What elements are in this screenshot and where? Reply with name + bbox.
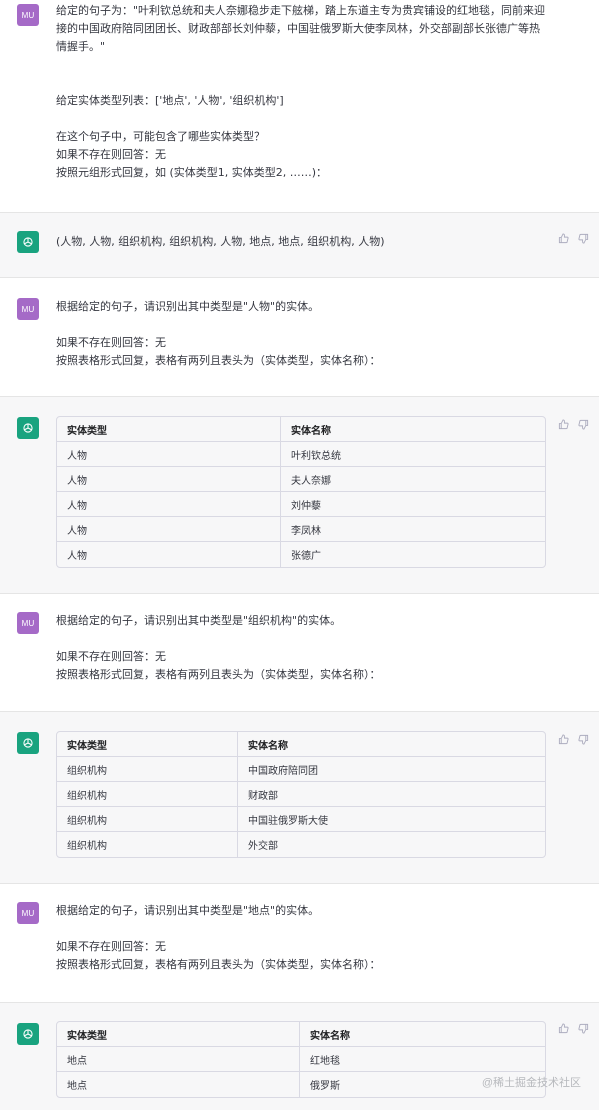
table-row: 人物 叶利钦总统 bbox=[57, 442, 545, 467]
assistant-message-2: 实体类型 实体名称 人物 叶利钦总统 人物 夫人奈娜 人物 刘仲藜 人物 李凤林 人物 张德广 bbox=[0, 396, 599, 594]
entity-type-cell: 组织机构 bbox=[57, 757, 238, 782]
user-avatar: MU bbox=[17, 902, 39, 924]
thumbs-up-icon[interactable] bbox=[558, 734, 569, 745]
feedback-actions bbox=[558, 734, 589, 745]
watermark: @稀土掘金技术社区 bbox=[481, 1077, 581, 1089]
user-avatar: MU bbox=[17, 612, 39, 634]
entity-name-cell: 中国驻俄罗斯大使 bbox=[238, 807, 545, 832]
entity-type-cell: 组织机构 bbox=[57, 807, 238, 832]
entity-name-cell: 外交部 bbox=[248, 841, 278, 852]
table-row: 组织机构 外交部 bbox=[57, 832, 545, 857]
message-text: (人物, 人物, 组织机构, 组织机构, 人物, 地点, 地点, 组织机构, 人… bbox=[56, 235, 385, 248]
table-row: 地点 俄罗斯 bbox=[57, 1072, 545, 1097]
entity-type-cell: 人物 bbox=[57, 442, 281, 467]
openai-logo-icon bbox=[17, 1023, 39, 1045]
feedback-actions bbox=[558, 419, 589, 430]
thumbs-up-icon[interactable] bbox=[558, 233, 569, 244]
assistant-message-4: 实体类型 实体名称 地点 红地毯 地点 俄罗斯 bbox=[0, 1002, 599, 1110]
table-row: 组织机构 中国驻俄罗斯大使 bbox=[57, 807, 545, 832]
entity-name-cell: 夫人奈娜 bbox=[281, 467, 545, 492]
thumbs-down-icon[interactable] bbox=[578, 734, 589, 745]
user-message-2: MU 根据给定的句子，请识别出其中类型是"人物"的实体。 如果不存在则回答：无 … bbox=[0, 278, 599, 396]
openai-logo-icon bbox=[17, 231, 39, 253]
message-text: 给定的句子为："叶利钦总统和夫人奈娜稳步走下舷梯，踏上东道主专为贵宾铺设的红地毯… bbox=[56, 4, 546, 179]
table-row: 人物 李凤林 bbox=[57, 517, 545, 542]
thumbs-down-icon[interactable] bbox=[578, 1023, 589, 1034]
assistant-message-3: 实体类型 实体名称 组织机构 中国政府陪同团 组织机构 财政部 组织机构 中国驻俄罗斯大使组… bbox=[0, 711, 599, 884]
entity-table: 实体类型 实体名称 人物 叶利钦总统 人物 夫人奈娜 人物 刘仲藜 人物 李凤林 人物 张德广 bbox=[56, 416, 546, 568]
thumbs-down-icon[interactable] bbox=[578, 419, 589, 430]
entity-name-cell: 刘仲藜 bbox=[281, 492, 545, 517]
table-header: 实体类型 bbox=[57, 732, 238, 757]
table-row: 组织机构 财政部 bbox=[57, 782, 545, 807]
entity-type-cell: 人物 bbox=[57, 467, 281, 492]
table-header: 实体名称 bbox=[238, 732, 545, 757]
table-row: 人物 刘仲藜 bbox=[57, 492, 545, 517]
message-text: 根据给定的句子，请识别出其中类型是"组织机构"的实体。 如果不存在则回答：无 按… bbox=[56, 614, 381, 681]
entity-name-cell: 李凤林 bbox=[281, 517, 545, 542]
openai-logo-icon bbox=[17, 417, 39, 439]
message-text: 根据给定的句子，请识别出其中类型是"人物"的实体。 如果不存在则回答：无 按照表… bbox=[56, 300, 381, 367]
table-header: 实体名称 bbox=[281, 417, 545, 442]
entity-type-cell: 人物 bbox=[57, 542, 281, 567]
entity-type-cell: 组织机构 bbox=[57, 832, 238, 857]
thumbs-up-icon[interactable] bbox=[558, 419, 569, 430]
entity-name-cell: 红地毯 bbox=[300, 1047, 545, 1072]
table-row: 组织机构 中国政府陪同团 bbox=[57, 757, 545, 782]
table-header: 实体名称 bbox=[300, 1022, 545, 1047]
table-header: 实体类型 bbox=[57, 1022, 300, 1047]
entity-type-cell: 地点 bbox=[57, 1047, 300, 1072]
table-row: 人物 夫人奈娜 bbox=[57, 467, 545, 492]
entity-name-cell: 财政部 bbox=[238, 782, 545, 807]
entity-name-cell: 叶利钦总统 bbox=[281, 442, 545, 467]
table-header: 实体类型 bbox=[57, 417, 281, 442]
user-message-3: MU 根据给定的句子，请识别出其中类型是"组织机构"的实体。 如果不存在则回答：… bbox=[0, 594, 599, 711]
thumbs-up-icon[interactable] bbox=[558, 1023, 569, 1034]
entity-type-cell: 人物 bbox=[57, 492, 281, 517]
entity-table: 实体类型 实体名称 地点 红地毯 地点 俄罗斯 bbox=[56, 1021, 546, 1098]
user-message-1: MU 给定的句子为："叶利钦总统和夫人奈娜稳步走下舷梯，踏上东道主专为贵宾铺设的… bbox=[0, 0, 599, 212]
feedback-actions bbox=[558, 233, 589, 244]
user-avatar: MU bbox=[17, 298, 39, 320]
message-text: 根据给定的句子，请识别出其中类型是"地点"的实体。 如果不存在则回答：无 按照表… bbox=[56, 904, 381, 971]
entity-type-cell: 地点 bbox=[57, 1072, 300, 1097]
assistant-message-1: (人物, 人物, 组织机构, 组织机构, 人物, 地点, 地点, 组织机构, 人… bbox=[0, 212, 599, 278]
user-message-4: MU 根据给定的句子，请识别出其中类型是"地点"的实体。 如果不存在则回答：无 … bbox=[0, 884, 599, 1002]
openai-logo-icon bbox=[17, 732, 39, 754]
entity-name-cell: 张德广 bbox=[291, 551, 321, 562]
table-row: 地点 红地毯 bbox=[57, 1047, 545, 1072]
entity-table: 实体类型 实体名称 组织机构 中国政府陪同团 组织机构 财政部 组织机构 中国驻俄罗斯大使组… bbox=[56, 731, 546, 858]
entity-type-cell: 组织机构 bbox=[57, 782, 238, 807]
user-avatar: MU bbox=[17, 4, 39, 26]
entity-type-cell: 人物 bbox=[57, 517, 281, 542]
thumbs-down-icon[interactable] bbox=[578, 233, 589, 244]
feedback-actions bbox=[558, 1023, 589, 1034]
entity-name-cell: 中国政府陪同团 bbox=[238, 757, 545, 782]
table-row: 人物 张德广 bbox=[57, 542, 545, 567]
